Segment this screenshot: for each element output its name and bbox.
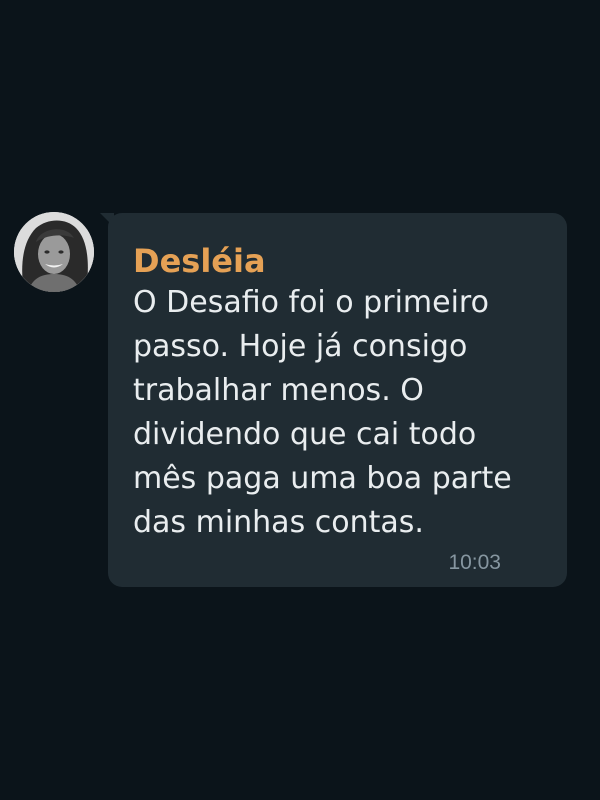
message-text: O Desafio foi o primeiro passo. Hoje já … [133, 281, 553, 545]
sender-name[interactable]: Desléia [133, 241, 266, 281]
message-line: dividendo que cai todo [133, 417, 477, 452]
message-line: mês paga uma boa parte [133, 461, 512, 496]
message-line: passo. Hoje já consigo [133, 329, 468, 364]
message-bubble[interactable]: Desléia O Desafio foi o primeiro passo. … [108, 213, 567, 587]
avatar-photo-icon [14, 212, 94, 292]
message-line: trabalhar menos. O [133, 373, 424, 408]
message-line: O Desafio foi o primeiro [133, 285, 489, 320]
message-line: das minhas contas. [133, 505, 424, 540]
avatar[interactable] [14, 212, 94, 292]
message-timestamp: 10:03 [448, 551, 501, 574]
